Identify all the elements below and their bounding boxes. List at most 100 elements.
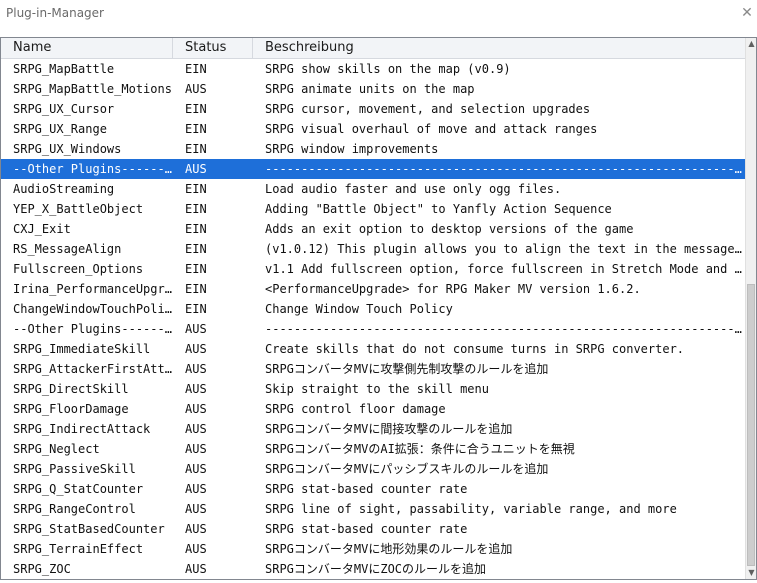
plugin-description: SRPG control floor damage xyxy=(265,402,446,416)
plugin-status: EIN xyxy=(185,182,207,196)
vertical-scrollbar[interactable]: ▲ ▼ xyxy=(745,38,756,579)
window-titlebar: Plug-in-Manager ✕ xyxy=(0,0,757,30)
plugin-status: EIN xyxy=(185,302,207,316)
plugin-row[interactable]: YEP_X_BattleObject EIN Adding "Battle Obje… xyxy=(1,199,745,219)
scroll-down-icon[interactable]: ▼ xyxy=(746,567,756,579)
plugin-status: EIN xyxy=(185,222,207,236)
plugin-row[interactable]: SRPG_RangeControl AUS SRPG line of sight, … xyxy=(1,499,745,519)
plugin-row[interactable]: SRPG_FloorDamage AUS SRPG control floor da… xyxy=(1,399,745,419)
scroll-up-icon[interactable]: ▲ xyxy=(746,38,756,50)
plugin-description: SRPG stat-based counter rate xyxy=(265,522,468,536)
plugin-row[interactable]: --Other Plugins-------- AUS --------------… xyxy=(1,319,745,339)
plugin-description: ----------------------------------------… xyxy=(265,322,743,336)
plugin-row[interactable]: SRPG_MapBattle EIN SRPG show skills on the… xyxy=(1,59,745,79)
plugin-row[interactable]: AudioStreaming EIN Load audio faster and u… xyxy=(1,179,745,199)
plugin-list[interactable]: Name Status Beschreibung SRPG_MapBattle E… xyxy=(0,37,757,580)
plugin-status: AUS xyxy=(185,522,207,536)
plugin-name: YEP_X_BattleObject xyxy=(13,202,144,216)
plugin-status: EIN xyxy=(185,102,207,116)
plugin-row[interactable]: RS_MessageAlign EIN (v1.0.12) This plugin … xyxy=(1,239,745,259)
plugin-row[interactable]: SRPG_StatBasedCounter AUS SRPG stat-based … xyxy=(1,519,745,539)
plugin-description: SRPGコンバータMVのAI拡張：条件に合うユニットを無視 xyxy=(265,442,575,456)
plugin-name: SRPG_UX_Cursor xyxy=(13,102,115,116)
plugin-row[interactable]: Fullscreen_Options EIN v1.1 Add fullscreen… xyxy=(1,259,745,279)
plugin-status: AUS xyxy=(185,362,207,376)
plugin-status: AUS xyxy=(185,322,207,336)
plugin-status: AUS xyxy=(185,402,207,416)
plugin-status: EIN xyxy=(185,262,207,276)
plugin-row[interactable]: SRPG_ImmediateSkill AUS Create skills that… xyxy=(1,339,745,359)
column-header-name[interactable]: Name xyxy=(1,38,173,58)
plugin-description: SRPG show skills on the map (v0.9) xyxy=(265,62,511,76)
plugin-name: ChangeWindowTouchPolicy xyxy=(13,302,173,316)
plugin-description: SRPGコンバータMVに間接攻撃のルールを追加 xyxy=(265,422,513,436)
plugin-name: SRPG_AttackerFirstAtt… xyxy=(13,362,172,376)
plugin-name: SRPG_Q_StatCounter xyxy=(13,482,144,496)
plugin-description: SRPG cursor, movement, and selection upg… xyxy=(265,102,591,116)
plugin-status: AUS xyxy=(185,462,207,476)
plugin-row[interactable]: ChangeWindowTouchPolicy EIN Change Window … xyxy=(1,299,745,319)
plugin-name: SRPG_PassiveSkill xyxy=(13,462,136,476)
plugin-status: AUS xyxy=(185,442,207,456)
plugin-name: RS_MessageAlign xyxy=(13,242,122,256)
list-header: Name Status Beschreibung xyxy=(1,38,745,59)
plugin-description: SRPG stat-based counter rate xyxy=(265,482,468,496)
scrollbar-thumb[interactable] xyxy=(747,284,755,566)
plugin-name: SRPG_StatBasedCounter xyxy=(13,522,165,536)
plugin-name: SRPG_UX_Windows xyxy=(13,142,122,156)
column-header-status[interactable]: Status xyxy=(173,38,253,58)
plugin-description: SRPG line of sight, passability, variabl… xyxy=(265,502,677,516)
plugin-status: AUS xyxy=(185,382,207,396)
plugin-row[interactable]: SRPG_MapBattle_Motions AUS SRPG animate un… xyxy=(1,79,745,99)
plugin-row[interactable]: SRPG_IndirectAttack AUS SRPGコンバータMVに間接攻撃のル… xyxy=(1,419,745,439)
column-header-description[interactable]: Beschreibung xyxy=(253,38,745,58)
plugin-name: SRPG_Neglect xyxy=(13,442,100,456)
plugin-row[interactable]: SRPG_UX_Windows EIN SRPG window improvemen… xyxy=(1,139,745,159)
plugin-row[interactable]: SRPG_ZOC AUS SRPGコンバータMVにZOCのルールを追加 xyxy=(1,559,745,579)
plugin-description: ----------------------------------------… xyxy=(265,162,743,176)
plugin-description: Adding "Battle Object" to Yanfly Action … xyxy=(265,202,612,216)
plugin-row[interactable]: SRPG_TerrainEffect AUS SRPGコンバータMVに地形効果のルー… xyxy=(1,539,745,559)
plugin-status: EIN xyxy=(185,62,207,76)
plugin-name: SRPG_MapBattle_Motions xyxy=(13,82,172,96)
plugin-name: SRPG_ImmediateSkill xyxy=(13,342,151,356)
plugin-name: SRPG_IndirectAttack xyxy=(13,422,151,436)
plugin-row[interactable]: SRPG_Neglect AUS SRPGコンバータMVのAI拡張：条件に合うユニッ… xyxy=(1,439,745,459)
plugin-name: SRPG_DirectSkill xyxy=(13,382,129,396)
plugin-description: Adds an exit option to desktop versions … xyxy=(265,222,634,236)
plugin-status: EIN xyxy=(185,282,207,296)
plugin-status: AUS xyxy=(185,162,207,176)
plugin-description: v1.1 Add fullscreen option, force fullsc… xyxy=(265,262,743,276)
plugin-row[interactable]: CXJ_Exit EIN Adds an exit option to deskto… xyxy=(1,219,745,239)
plugin-name: SRPG_MapBattle xyxy=(13,62,115,76)
plugin-name: SRPG_UX_Range xyxy=(13,122,107,136)
plugin-row[interactable]: SRPG_UX_Cursor EIN SRPG cursor, movement, … xyxy=(1,99,745,119)
plugin-status: EIN xyxy=(185,142,207,156)
plugin-row[interactable]: SRPG_Q_StatCounter AUS SRPG stat-based cou… xyxy=(1,479,745,499)
plugin-row[interactable]: SRPG_AttackerFirstAtt… AUS SRPGコンバータMVに攻撃側… xyxy=(1,359,745,379)
plugin-description: Load audio faster and use only ogg files… xyxy=(265,182,562,196)
close-icon[interactable]: ✕ xyxy=(737,2,757,24)
window-title: Plug-in-Manager xyxy=(6,6,104,20)
plugin-row[interactable]: SRPG_DirectSkill AUS Skip straight to the … xyxy=(1,379,745,399)
plugin-status: AUS xyxy=(185,502,207,516)
plugin-row[interactable]: SRPG_UX_Range EIN SRPG visual overhaul of … xyxy=(1,119,745,139)
plugin-name: AudioStreaming xyxy=(13,182,115,196)
plugin-name: --Other Plugins-------- xyxy=(13,322,173,336)
plugin-row[interactable]: Irina_PerformanceUpgr… EIN <PerformanceUpg… xyxy=(1,279,745,299)
plugin-description: SRPG visual overhaul of move and attack … xyxy=(265,122,598,136)
plugin-description: SRPGコンバータMVにZOCのルールを追加 xyxy=(265,562,487,576)
plugin-name: Fullscreen_Options xyxy=(13,262,144,276)
plugin-status: EIN xyxy=(185,122,207,136)
plugin-status: AUS xyxy=(185,542,207,556)
plugin-description: Skip straight to the skill menu xyxy=(265,382,489,396)
plugin-status: AUS xyxy=(185,562,207,576)
plugin-name: Irina_PerformanceUpgr… xyxy=(13,282,172,296)
plugin-description: <PerformanceUpgrade> for RPG Maker MV ve… xyxy=(265,282,641,296)
plugin-description: Change Window Touch Policy xyxy=(265,302,453,316)
plugin-row[interactable]: --Other Plugins-------- AUS --------------… xyxy=(1,159,745,179)
plugin-row[interactable]: SRPG_PassiveSkill AUS SRPGコンバータMVにパッシブスキルの… xyxy=(1,459,745,479)
plugin-description: SRPGコンバータMVに攻撃側先制攻撃のルールを追加 xyxy=(265,362,549,376)
plugin-status: EIN xyxy=(185,202,207,216)
plugin-description: SRPG animate units on the map xyxy=(265,82,475,96)
